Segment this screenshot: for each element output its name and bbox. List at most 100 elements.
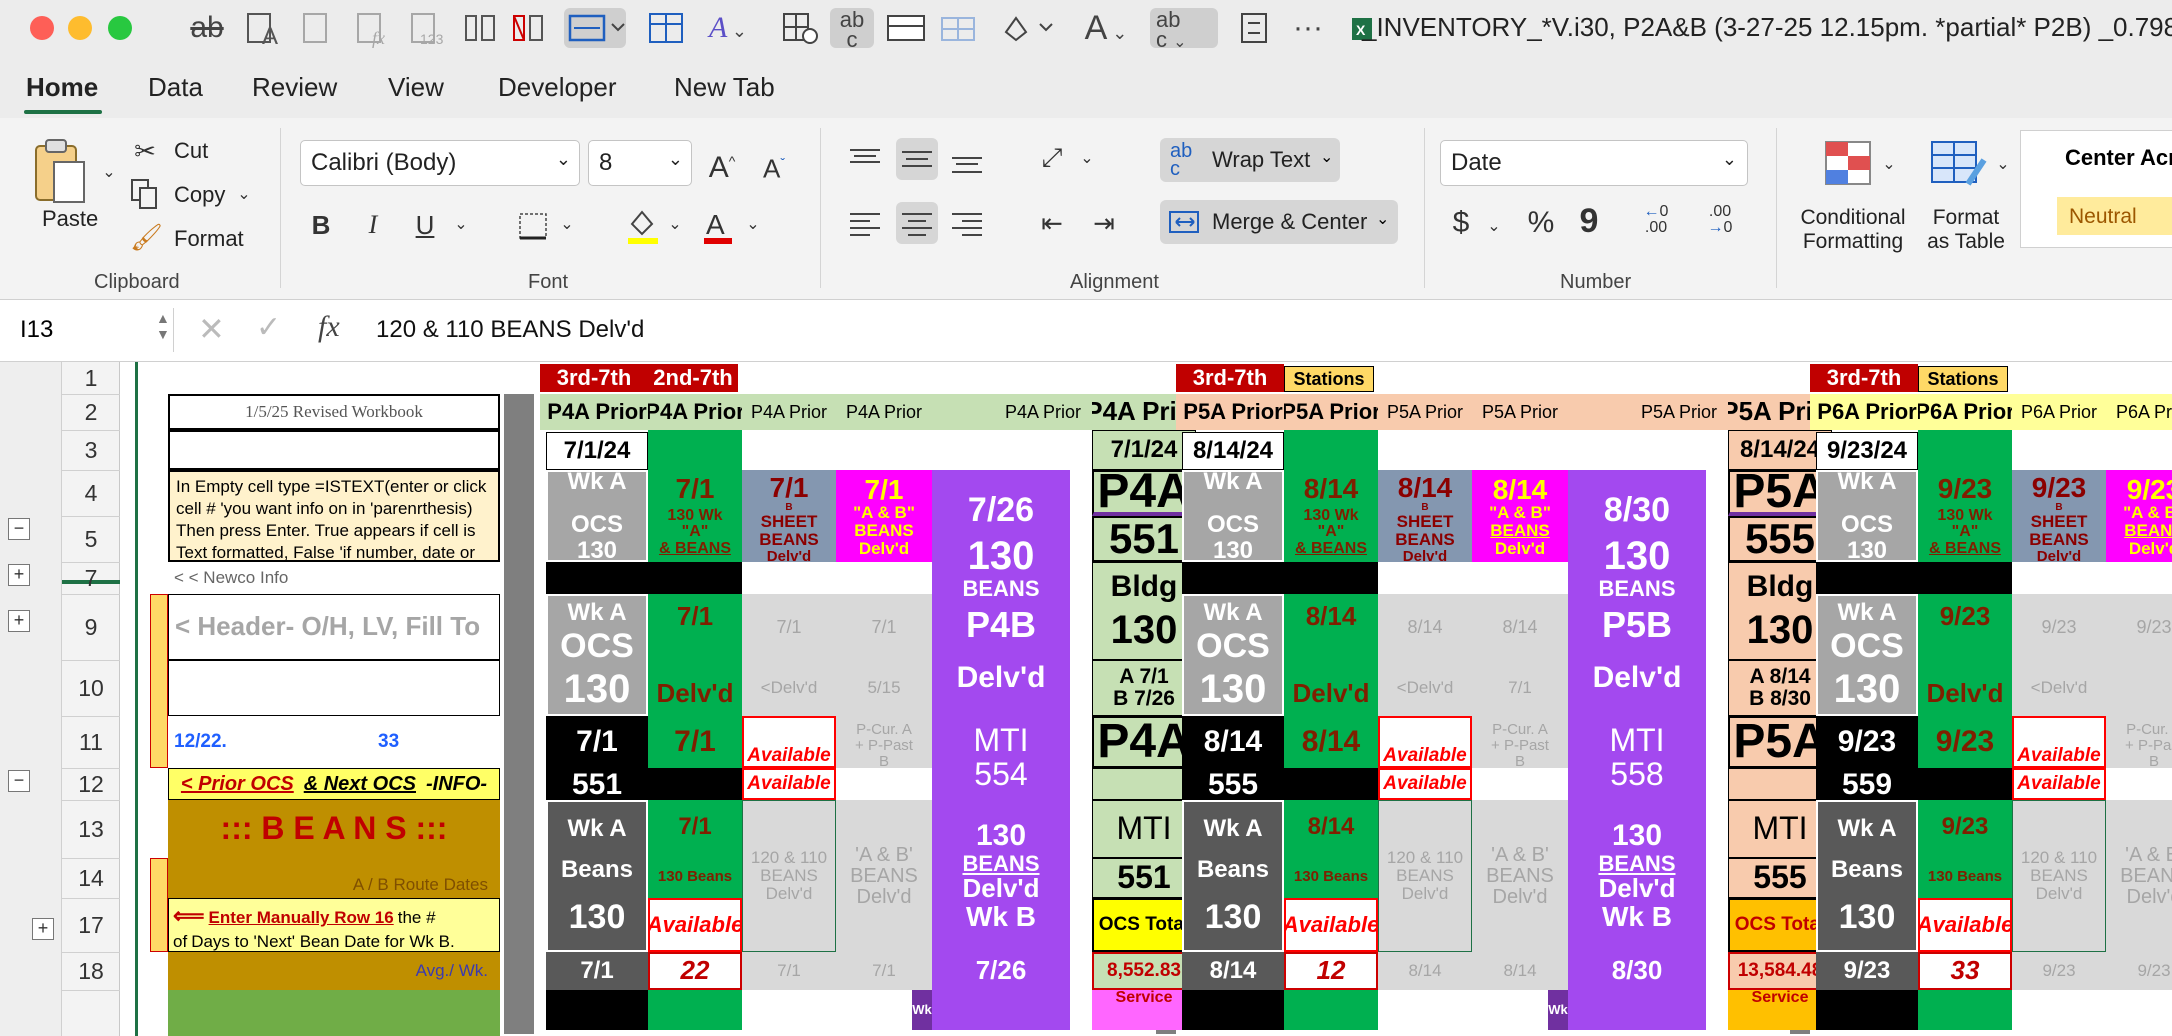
row-header[interactable]: 2: [62, 399, 120, 426]
cell-border-icon[interactable]: [884, 8, 928, 48]
tab-home[interactable]: Home: [26, 72, 98, 103]
grey-beans-cell[interactable]: 120 & 110 BEANS Delv'd: [2012, 800, 2106, 952]
sheet-beans-cell[interactable]: 8/14 B SHEET BEANS Delv'd: [1378, 470, 1472, 562]
start-date[interactable]: 8/14/24: [1182, 432, 1284, 470]
fill-color-icon[interactable]: [996, 8, 1056, 48]
grey-date-cell[interactable]: 7/1: [742, 952, 836, 990]
week-ocs-beans-cell[interactable]: 8/14 130 Wk "A" & BEANS: [1284, 470, 1378, 562]
beans-week-cell[interactable]: 9/23 130 Beans: [1918, 800, 2012, 898]
count-note[interactable]: 33: [378, 716, 500, 768]
fill-color-bucket-icon[interactable]: [622, 206, 662, 246]
font-color-a-icon[interactable]: A: [700, 206, 736, 246]
merge-center-button[interactable]: Merge & Center ⌄: [1160, 200, 1398, 244]
delivered-cell[interactable]: 9/23 Delv'd: [1918, 594, 2012, 716]
delivered-cell[interactable]: 7/1 Delv'd: [648, 594, 742, 716]
ab-beans-cell[interactable]: 8/14 "A & B" BEANS Delv'd: [1472, 470, 1568, 562]
expand-outline-button[interactable]: +: [8, 564, 30, 586]
week-ocs-beans-cell[interactable]: 7/1 130 Wk "A" & BEANS: [648, 470, 742, 562]
avg-date-cell[interactable]: 8/30: [1568, 952, 1706, 990]
grey-date-cell[interactable]: 9/23: [2012, 952, 2106, 990]
paste-values-icon[interactable]: 123: [406, 8, 448, 48]
available-cell[interactable]: Available: [2012, 716, 2106, 768]
row-header[interactable]: 10: [62, 675, 120, 702]
ab-beans-cell[interactable]: 9/23"A & B"BEANSDelv'd: [2106, 470, 2172, 562]
beans-section-header[interactable]: ::: B E A N S :::: [168, 800, 500, 858]
start-date[interactable]: 7/1/24: [1092, 430, 1196, 470]
week-ocs-beans-cell[interactable]: 9/23 130 Wk "A" & BEANS: [1918, 470, 2012, 562]
orientation-dropdown-icon[interactable]: ⌄: [1076, 142, 1098, 176]
currency-button[interactable]: $: [1446, 206, 1476, 240]
grey-date-cell[interactable]: 9/23: [2012, 594, 2106, 660]
grey-date-cell[interactable]: 7/1: [1472, 660, 1568, 716]
service-label[interactable]: Service: [1092, 990, 1196, 1030]
font-size-select[interactable]: 8 ⌄: [588, 140, 692, 186]
row-header[interactable]: 5: [62, 526, 120, 553]
newco-info-link[interactable]: < < Newco Info: [168, 562, 500, 594]
align-middle-button[interactable]: [896, 138, 938, 180]
pcur-cell[interactable]: P-Cur. A+ P-PastB: [836, 716, 932, 768]
currency-dropdown-icon[interactable]: ⌄: [1484, 210, 1504, 244]
align-top-icon[interactable]: [848, 144, 884, 174]
row-header[interactable]: 9: [62, 614, 120, 641]
italic-button[interactable]: I: [358, 208, 388, 242]
font-color-dropdown-icon[interactable]: ⌄: [742, 208, 764, 242]
grey-ab-beans-cell[interactable]: 'A & B'BEANSDelv'd: [836, 800, 932, 952]
istext-instructions-note[interactable]: In Empty cell type =ISTEXT(enter or clic…: [168, 470, 500, 562]
conditional-dropdown-icon[interactable]: ⌄: [1878, 148, 1900, 182]
week-a-beans-cell[interactable]: Wk A Beans 130: [546, 800, 648, 952]
stations-header[interactable]: Stations: [1284, 366, 1374, 392]
increase-indent-icon[interactable]: ⇥: [1084, 206, 1124, 240]
week-a-ocs-cell[interactable]: Wk A OCS 130: [1182, 470, 1284, 562]
prior-header[interactable]: P4A Prior: [648, 394, 742, 430]
grey-date-cell[interactable]: 8/14: [1472, 952, 1568, 990]
row-header[interactable]: 3: [62, 437, 120, 464]
table-dropdown-icon[interactable]: ⌄: [1992, 148, 2014, 182]
avg-date-cell[interactable]: 7/1: [546, 952, 648, 990]
format-painter-button[interactable]: Format: [174, 226, 244, 252]
avg-per-week-value[interactable]: 33: [1918, 952, 2012, 990]
sheet-beans-cell[interactable]: 9/23 B SHEET BEANS Delv'd: [2012, 470, 2106, 562]
align-bottom-icon[interactable]: [950, 150, 986, 180]
row-header[interactable]: 1: [62, 365, 120, 392]
grey-date-cell[interactable]: 7/1: [836, 952, 932, 990]
spelling-check-icon[interactable]: ab c ⌄: [1150, 8, 1218, 51]
mti-cell[interactable]: MTI 554: [932, 716, 1070, 800]
ocs-date-cell[interactable]: 9/23: [1918, 716, 2012, 768]
stations-header[interactable]: Stations: [1918, 366, 2008, 392]
more-icon[interactable]: ···: [1288, 8, 1328, 48]
expand-outline-button[interactable]: +: [8, 610, 30, 632]
prior-header[interactable]: P5A Prior: [1630, 394, 1728, 430]
avg-date-cell[interactable]: 7/26: [932, 952, 1070, 990]
available-cell[interactable]: Available: [1284, 898, 1378, 952]
prior-header[interactable]: P6A Prior: [1918, 394, 2012, 430]
grey-delvd-cell[interactable]: <Delv'd: [2012, 660, 2106, 716]
borders-dropdown-icon[interactable]: ⌄: [556, 208, 578, 242]
strikethrough-icon[interactable]: ab: [188, 8, 226, 48]
name-box-stepper-icon[interactable]: ▲ ▼: [156, 310, 170, 342]
expand-outline-button[interactable]: +: [32, 918, 54, 940]
rank-header[interactable]: 3rd-7th: [540, 364, 648, 392]
underline-button[interactable]: U: [410, 208, 440, 242]
minimize-window-button[interactable]: [68, 16, 92, 40]
decrease-indent-icon[interactable]: ⇤: [1032, 206, 1072, 240]
rank-header[interactable]: 3rd-7th: [1810, 364, 1918, 392]
building-cell[interactable]: Bldg 130: [1092, 562, 1196, 660]
wrap-text-button[interactable]: ab c Wrap Text ⌄: [1160, 138, 1340, 182]
ocs-total-value[interactable]: 8,552.83: [1092, 952, 1196, 990]
tab-developer[interactable]: Developer: [498, 72, 617, 103]
grey-date-cell[interactable]: 7/1: [836, 594, 932, 660]
underline-dropdown-icon[interactable]: ⌄: [450, 208, 472, 242]
prior-header[interactable]: P4A Prior: [994, 394, 1092, 430]
grey-date-cell[interactable]: 9/23: [2106, 952, 2172, 990]
mti-cell[interactable]: MTI 558: [1568, 716, 1706, 800]
header-note[interactable]: < Header- O/H, LV, Fill To: [168, 594, 500, 660]
delete-cells-icon[interactable]: [510, 8, 548, 48]
collapse-outline-button[interactable]: −: [8, 770, 30, 792]
prior-header[interactable]: P6A Prior: [2012, 394, 2106, 430]
fit-column-width-icon[interactable]: [564, 8, 626, 48]
ab-beans-cell[interactable]: 7/1 "A & B" BEANS Delv'd: [836, 470, 932, 562]
name-box[interactable]: I13 ▲ ▼: [6, 308, 174, 352]
text-style-icon[interactable]: A: [244, 8, 286, 48]
available-cell[interactable]: Available: [648, 898, 742, 952]
table-grid-icon[interactable]: [646, 8, 686, 48]
